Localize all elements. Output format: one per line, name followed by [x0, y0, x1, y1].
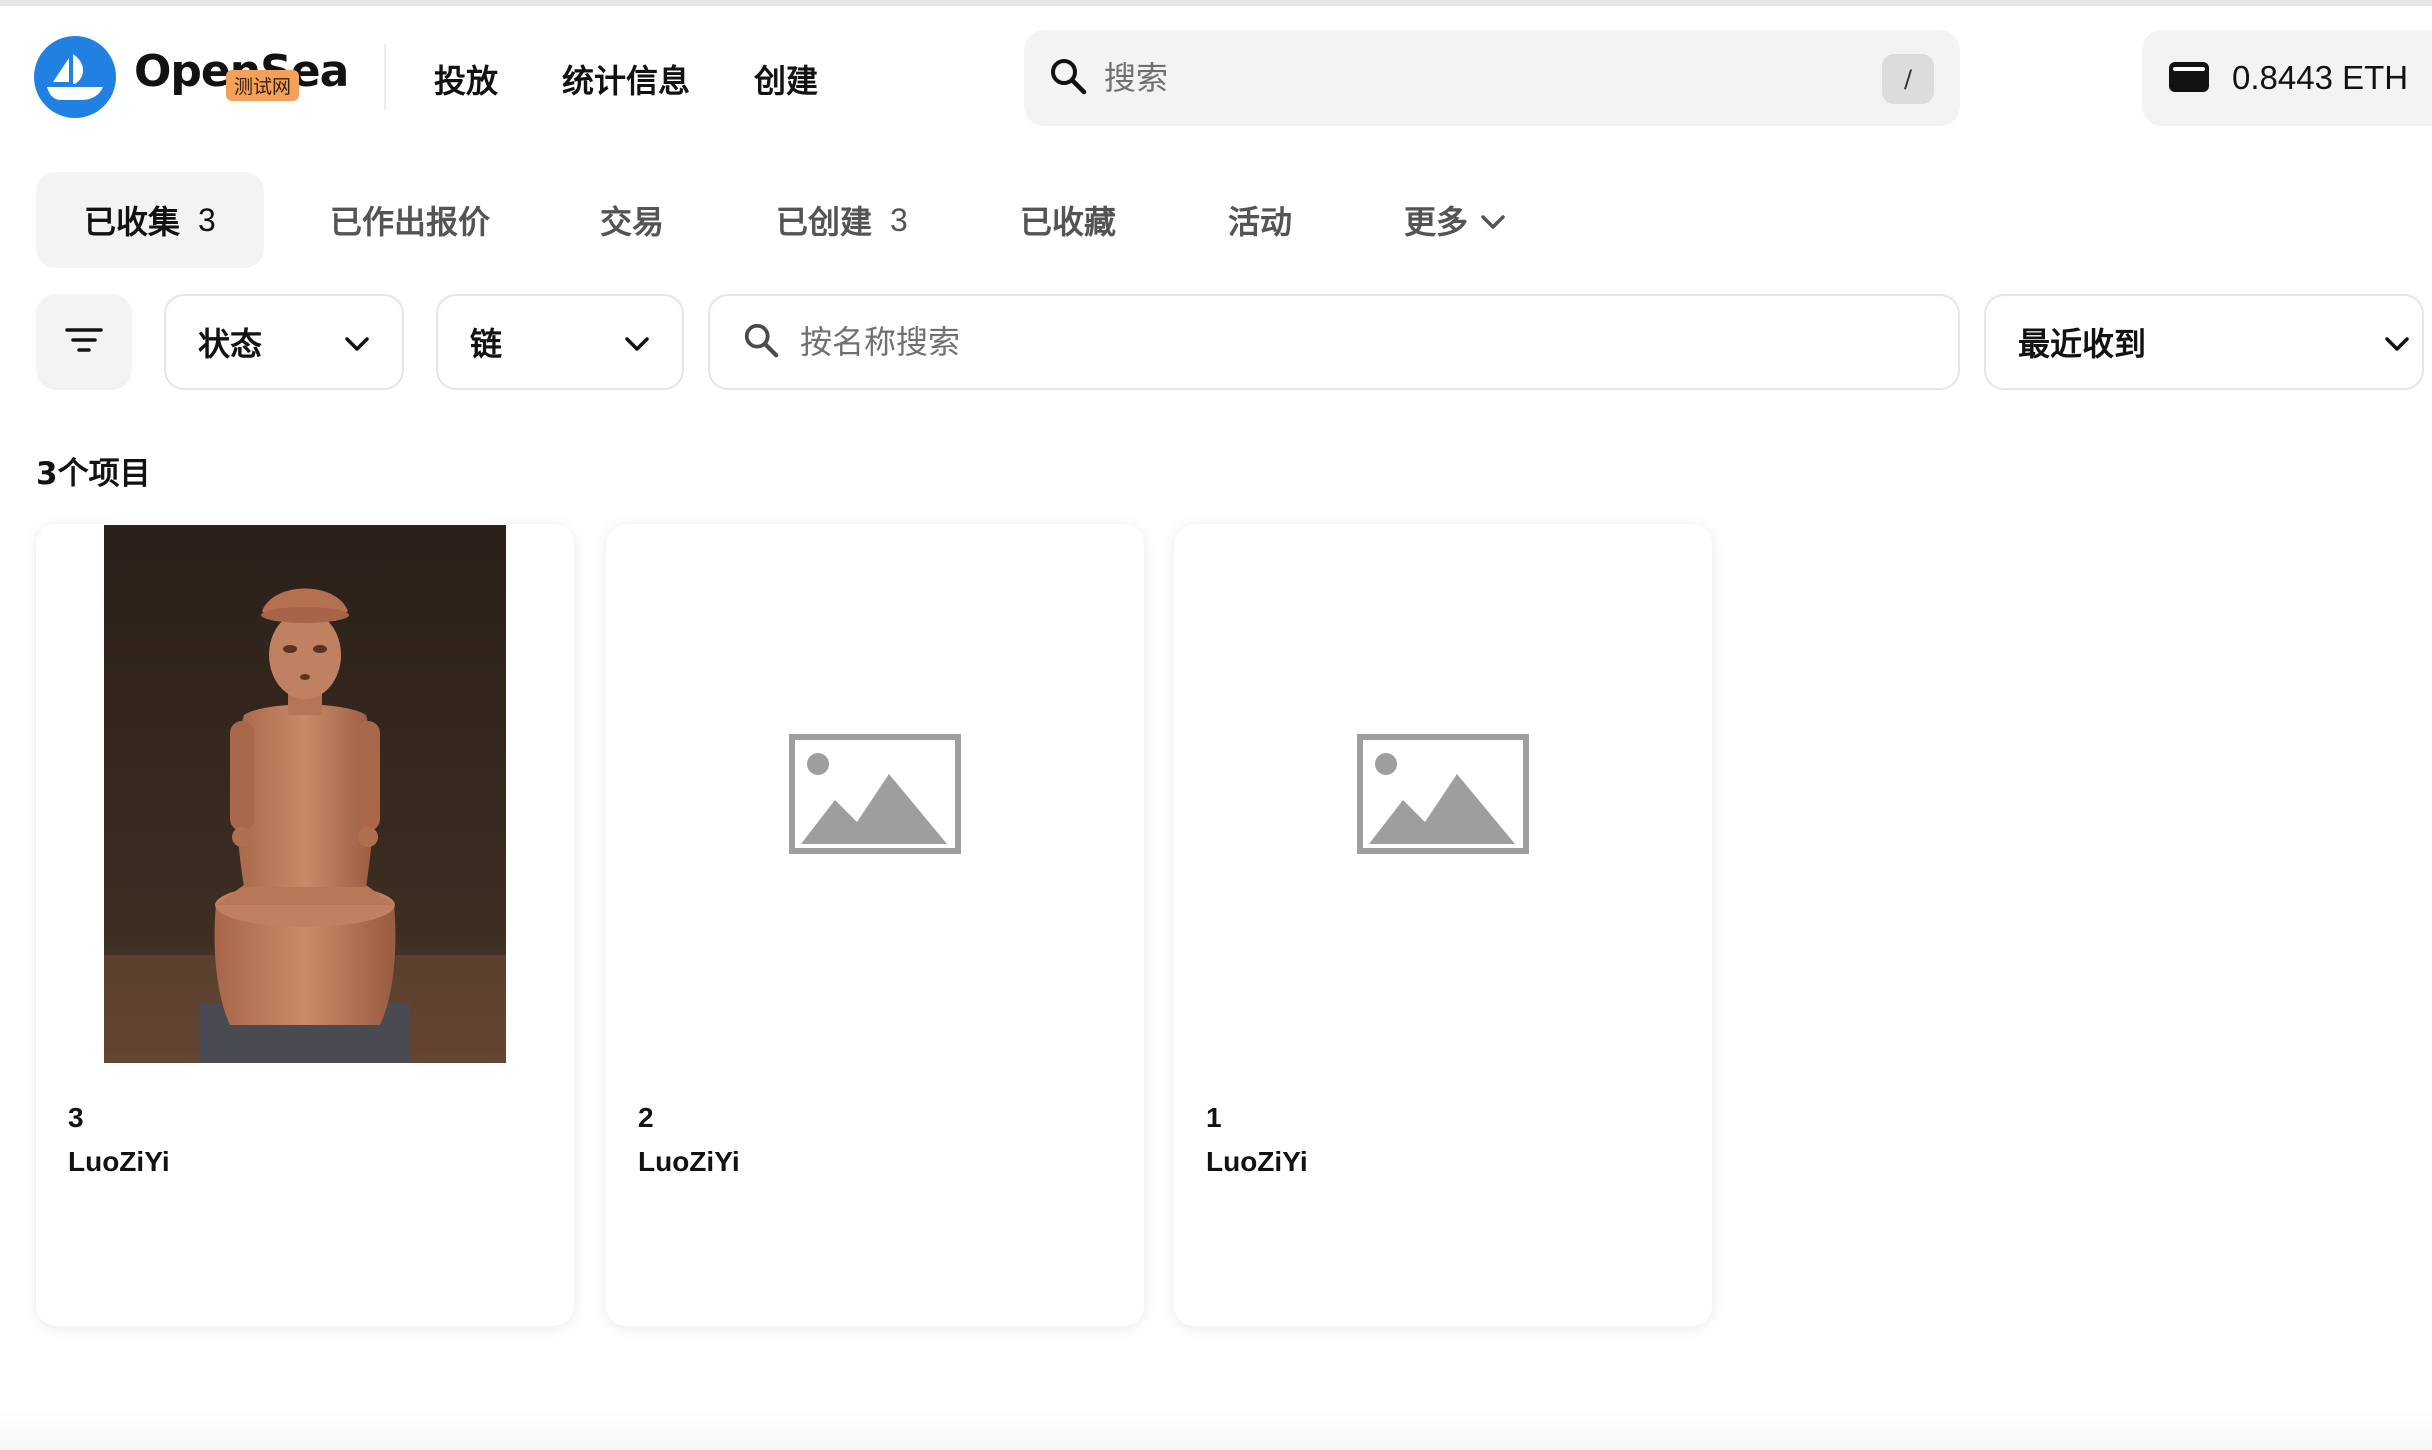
- chain-dropdown[interactable]: 链: [436, 294, 684, 390]
- nft-card[interactable]: 2 LuoZiYi: [606, 524, 1144, 1326]
- chevron-down-icon: [1480, 201, 1506, 239]
- tab-collected-label: 已收集: [84, 203, 181, 241]
- statue-photo: [104, 525, 506, 1063]
- item-count: 3个项目: [36, 456, 151, 492]
- search-shortcut-key: /: [1882, 54, 1934, 104]
- global-search-bar[interactable]: /: [1024, 30, 1960, 126]
- tab-more-label: 更多: [1404, 203, 1469, 241]
- top-border: [0, 0, 2432, 6]
- chevron-down-icon: [2384, 323, 2410, 361]
- name-search-input[interactable]: [800, 323, 1900, 361]
- global-search-input[interactable]: [1104, 59, 1824, 97]
- tab-offers-made-label: 已作出报价: [330, 203, 491, 241]
- nft-card[interactable]: 1 LuoZiYi: [1174, 524, 1712, 1326]
- tab-deals-label: 交易: [600, 203, 665, 241]
- tab-created[interactable]: 已创建 3: [776, 172, 908, 268]
- nft-token-number: 1: [1206, 1102, 1222, 1133]
- wallet-button[interactable]: 0.8443 ETH: [2142, 30, 2432, 126]
- nft-collection-name[interactable]: LuoZiYi: [638, 1146, 740, 1178]
- filter-icon: [65, 327, 103, 357]
- tab-collected[interactable]: 已收集 3: [36, 172, 264, 268]
- tab-offers-made[interactable]: 已作出报价: [330, 172, 490, 268]
- nft-collection-name[interactable]: LuoZiYi: [68, 1146, 170, 1178]
- tab-activity[interactable]: 活动: [1228, 172, 1292, 268]
- status-dropdown[interactable]: 状态: [164, 294, 404, 390]
- nav-drops[interactable]: 投放: [434, 56, 498, 102]
- tab-favorited[interactable]: 已收藏: [1020, 172, 1116, 268]
- tab-created-count: 3: [890, 201, 908, 238]
- wallet-balance: 0.8443 ETH: [2232, 59, 2409, 96]
- nft-token-number: 2: [638, 1102, 654, 1133]
- tab-activity-label: 活动: [1228, 203, 1293, 241]
- chain-dropdown-label: 链: [470, 325, 503, 363]
- nft-image: [36, 524, 574, 1064]
- tab-favorited-label: 已收藏: [1020, 203, 1117, 241]
- image-placeholder-icon: [1357, 734, 1529, 854]
- tab-more[interactable]: 更多: [1404, 172, 1506, 268]
- nft-token-number: 3: [68, 1102, 84, 1133]
- opensea-logo-link[interactable]: OpenSea: [34, 36, 349, 118]
- name-search-bar[interactable]: [708, 294, 1960, 390]
- search-icon: [1048, 56, 1088, 100]
- sort-dropdown-label: 最近收到: [2018, 325, 2147, 363]
- nft-image: [1174, 524, 1712, 1064]
- search-icon: [742, 321, 780, 363]
- image-placeholder-icon: [789, 734, 961, 854]
- wallet-icon: [2168, 59, 2210, 97]
- filter-toggle-button[interactable]: [36, 294, 132, 390]
- tab-deals[interactable]: 交易: [600, 172, 664, 268]
- nav-create[interactable]: 创建: [754, 56, 818, 102]
- status-dropdown-label: 状态: [198, 325, 263, 363]
- nft-image: [606, 524, 1144, 1064]
- testnet-badge: 测试网: [226, 70, 300, 101]
- sort-dropdown[interactable]: 最近收到: [1984, 294, 2424, 390]
- opensea-logo-icon: [34, 36, 116, 118]
- chevron-down-icon: [624, 323, 650, 361]
- nft-collection-name[interactable]: LuoZiYi: [1206, 1146, 1308, 1178]
- tab-collected-count: 3: [198, 201, 216, 238]
- footer-edge: [0, 1410, 2432, 1450]
- nav-stats[interactable]: 统计信息: [562, 56, 690, 102]
- tab-created-label: 已创建: [776, 203, 873, 241]
- chevron-down-icon: [344, 323, 370, 361]
- header-divider: [384, 44, 386, 110]
- nft-card[interactable]: 3 LuoZiYi: [36, 524, 574, 1326]
